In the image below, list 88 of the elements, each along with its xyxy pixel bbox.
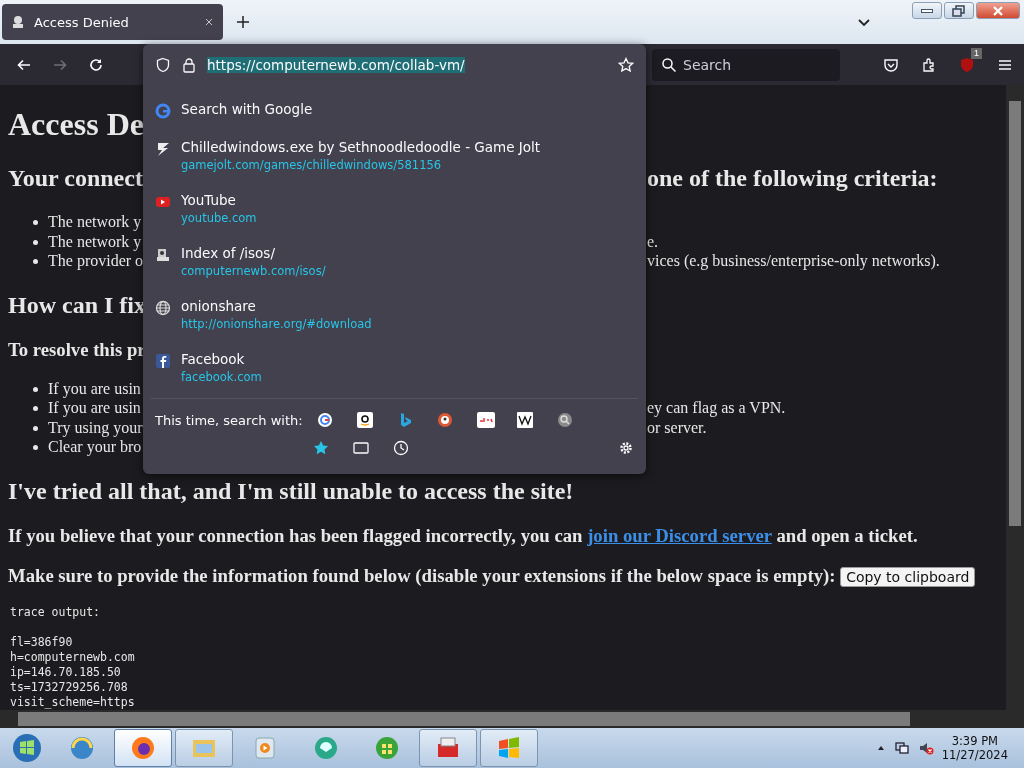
search-icon	[556, 412, 573, 428]
list-item-text: The network y	[48, 212, 142, 232]
wikipedia-icon	[516, 412, 533, 428]
list-item-text: vices (e.g business/enterprise-only networks).	[647, 251, 940, 271]
clock-date: 11/27/2024	[941, 748, 1008, 762]
search-engine-button[interactable]	[316, 411, 333, 429]
trace-line: ip=146.70.185.50	[10, 665, 122, 681]
site-icon	[10, 14, 26, 30]
flag-icon	[496, 735, 522, 761]
count-badge: 1	[971, 48, 982, 59]
clock-time: 3:39 PM	[951, 734, 998, 748]
star-icon	[313, 440, 329, 456]
browser-tab[interactable]: Access Denied	[2, 4, 223, 40]
heading-text: one of the following criteria:	[647, 164, 938, 192]
play-icon	[252, 735, 278, 761]
horizontal-scrollbar[interactable]	[0, 710, 1024, 728]
bookmarks-button[interactable]	[313, 439, 329, 457]
trace-line: visit_scheme=https	[10, 695, 136, 710]
vertical-scrollbar[interactable]	[1006, 85, 1024, 710]
history-button[interactable]	[393, 439, 409, 457]
clock-icon	[393, 440, 409, 456]
copy-button[interactable]: Copy to clipboard	[840, 567, 976, 588]
shield-icon	[959, 57, 975, 73]
muted-speaker-icon	[917, 740, 934, 756]
windows-orb-icon	[12, 733, 42, 763]
f-logo-icon	[155, 353, 171, 369]
puzzle-icon	[921, 57, 937, 73]
suggestion-item[interactable]: Index of /isos/ computernewb.com/isos/	[147, 241, 642, 282]
tabs-button[interactable]	[353, 439, 369, 457]
lock-icon	[181, 56, 197, 73]
heading-text: Your connect	[8, 164, 143, 192]
globe-icon	[69, 735, 95, 761]
minimize-icon	[921, 8, 933, 13]
list-item-text: The network y	[48, 231, 142, 251]
search-engine-button[interactable]	[556, 411, 573, 429]
server-icon	[155, 247, 171, 263]
heading-text: I've tried all that, and I'm still unable to access the site!	[8, 476, 575, 505]
tab-icon	[353, 440, 369, 456]
close-button[interactable]	[976, 2, 1020, 19]
trace-line: ts=1732729256.708	[10, 680, 129, 696]
globe-icon	[155, 300, 171, 316]
discord-link[interactable]: join our Discord server	[587, 524, 772, 546]
google-icon	[316, 412, 333, 428]
taskbar-app-button[interactable]	[114, 729, 172, 767]
restore-icon	[952, 4, 966, 17]
suggestion-item[interactable]: Facebook facebook.com	[147, 347, 642, 388]
heading-text: Access De	[8, 106, 144, 143]
heading-text: How can I fix	[8, 290, 146, 319]
trace-heading: trace output:	[10, 605, 101, 621]
bookmark-star-icon	[618, 56, 634, 73]
taskbar-app-button[interactable]	[419, 729, 477, 767]
list-item-text: If you are usin	[48, 398, 141, 418]
shield-icon	[155, 56, 171, 73]
search-engine-button[interactable]	[516, 411, 533, 429]
play-icon	[155, 194, 171, 210]
orb-icon	[374, 735, 400, 761]
close-icon	[991, 4, 1005, 17]
list-item-text: ey can flag as a VPN.	[647, 398, 786, 418]
list-item-text: e.	[647, 231, 659, 251]
list-item-text: Clear your bro	[48, 437, 142, 457]
list-item-text: If you are usin	[48, 378, 141, 398]
search-icon	[661, 57, 677, 73]
suggestion-item[interactable]: Chilledwindows.exe by Sethnoodledoodle - Game Jolt gamejolt.com/games/chilledwindows/581156	[147, 135, 642, 176]
list-item-text: Try using your	[48, 417, 143, 437]
paragraph-text: Make sure to provide the information found below (disable your extensions if the below space is empty):	[8, 564, 836, 586]
pocket-icon	[883, 57, 899, 73]
trace-line: fl=386f90	[10, 635, 74, 651]
settings-button[interactable]	[618, 439, 634, 457]
list-item-text: The provider o	[48, 251, 144, 271]
new-tab-icon	[235, 14, 251, 30]
search-field[interactable]: Search	[652, 49, 840, 81]
google-icon	[155, 103, 171, 119]
suggestion-item[interactable]: YouTube youtube.com	[147, 188, 642, 229]
lightning-icon	[155, 141, 171, 157]
network-icon	[893, 740, 910, 756]
list-item-text: or server.	[647, 417, 707, 437]
trace-line: h=computernewb.com	[10, 650, 136, 666]
search-with-label: This time, search with:	[155, 412, 303, 428]
menu-icon	[997, 57, 1013, 73]
restore-button[interactable]	[944, 2, 974, 19]
suggestion-item[interactable]: Search with Google	[147, 97, 642, 123]
settings-icon	[618, 440, 634, 456]
fox-icon	[130, 735, 156, 761]
paragraph-text: If you believe that your connection has been flagged incorrectly, you can join our Discord server and open a ticket.	[8, 524, 918, 546]
minimize-button[interactable]	[912, 2, 942, 19]
close-icon	[203, 16, 215, 28]
reload-icon	[88, 56, 104, 73]
suggestion-item[interactable]: onionshare http://onionshare.org/#download	[147, 294, 642, 335]
